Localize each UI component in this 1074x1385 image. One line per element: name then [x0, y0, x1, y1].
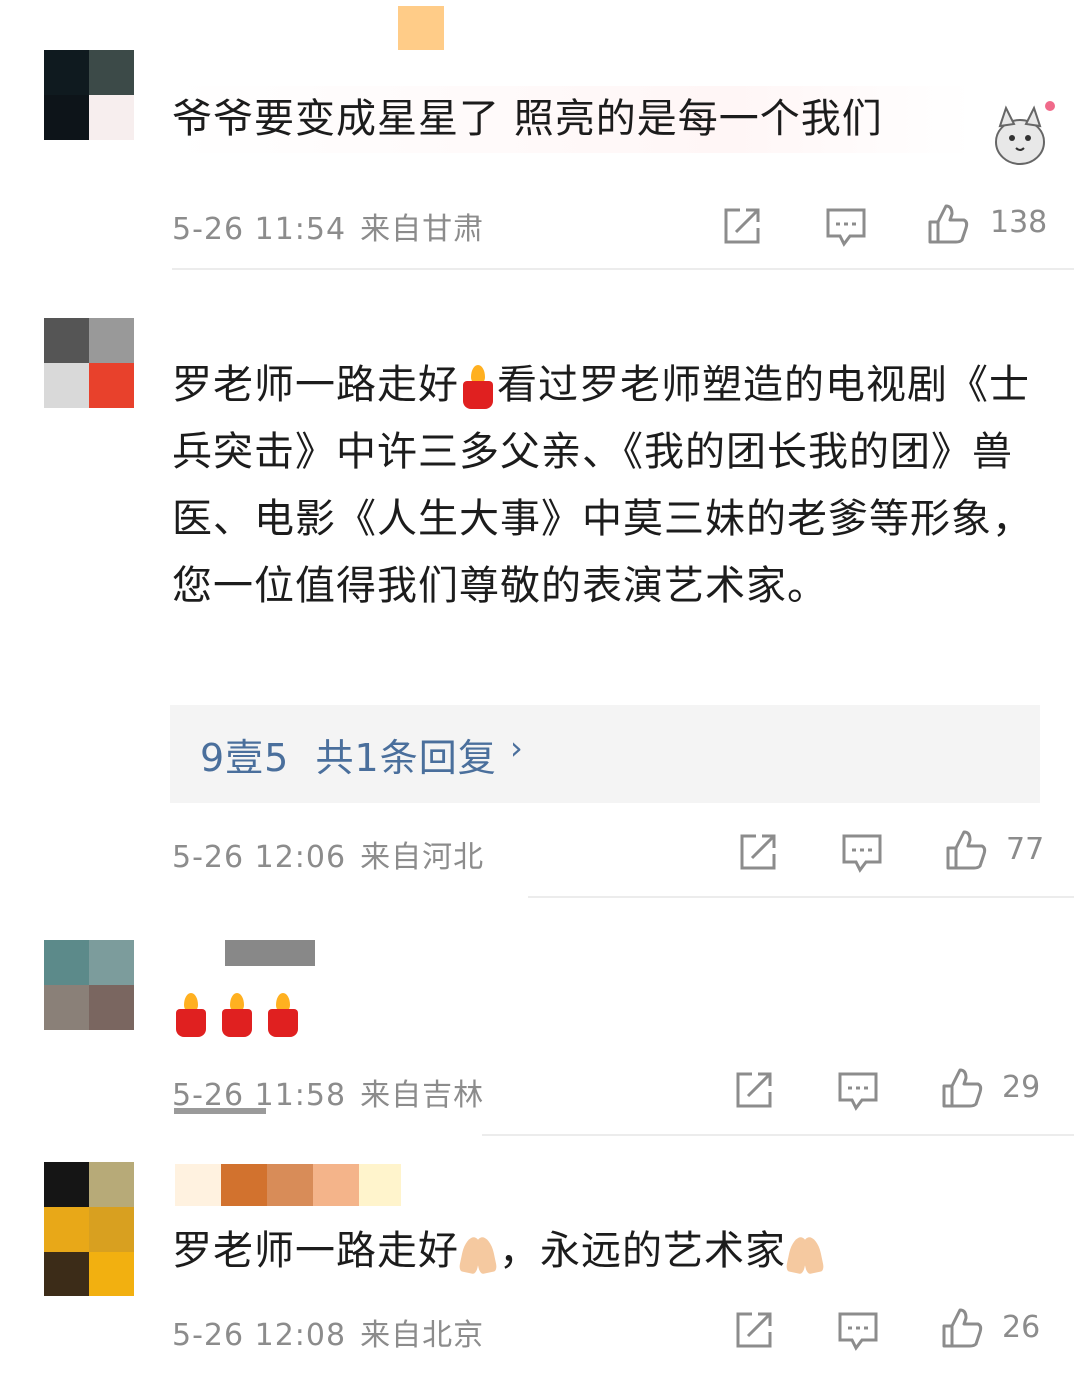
comment-text — [172, 980, 1052, 1047]
comment-location: 来自北京 — [360, 1318, 485, 1353]
candle-emoji-icon — [459, 365, 497, 409]
like-icon[interactable] — [944, 828, 988, 872]
like-count: 26 — [1002, 1310, 1041, 1345]
like-count: 138 — [990, 205, 1048, 240]
like-count: 77 — [1006, 832, 1045, 867]
divider — [482, 1134, 1074, 1136]
divider — [172, 268, 1074, 270]
share-icon[interactable] — [732, 1068, 776, 1112]
avatar[interactable] — [44, 940, 134, 1030]
comment-location: 来自吉林 — [360, 1078, 485, 1113]
comment-icon[interactable] — [836, 1068, 880, 1112]
candle-emoji-icon — [264, 993, 302, 1037]
comment-icon[interactable] — [824, 204, 868, 248]
comment-time: 5-26 12:06 — [172, 840, 347, 875]
comment-icon[interactable] — [840, 830, 884, 874]
comment-text-part: 罗老师一路走好 — [172, 362, 459, 408]
comment-meta: 5-26 12:06 来自河北 — [172, 832, 484, 876]
share-icon[interactable] — [736, 830, 780, 874]
comment-text-part: 罗老师一路走好 — [172, 1228, 459, 1274]
share-icon[interactable] — [732, 1308, 776, 1352]
comment-meta: 5-26 11:54 来自甘肃 — [172, 204, 484, 248]
comment-time: 5-26 11:54 — [172, 212, 347, 247]
candle-emoji-icon — [172, 993, 210, 1037]
reply-preview[interactable]: 9壹5 共1条回复 › — [170, 705, 1040, 803]
pray-emoji-icon — [458, 1231, 499, 1275]
username-redacted[interactable] — [175, 1164, 401, 1206]
reply-user[interactable]: 9壹5 — [200, 736, 289, 780]
avatar[interactable] — [44, 318, 134, 408]
avatar[interactable] — [44, 50, 134, 140]
comment-text: 爷爷要变成星星了 照亮的是每一个我们 — [172, 86, 972, 153]
cat-sticker-icon — [980, 96, 1060, 176]
comment-text-part: ，永远的艺术家 — [499, 1228, 786, 1274]
comment-time: 5-26 12:08 — [172, 1318, 347, 1353]
comment-text: 罗老师一路走好 ，永远的艺术家 — [172, 1218, 1052, 1285]
chevron-right-icon: › — [510, 729, 523, 767]
underline-mark — [174, 1108, 266, 1114]
comment-item: 爷爷要变成星星了 照亮的是每一个我们 5-26 11:54 来自甘肃 138 — [0, 0, 1074, 270]
avatar[interactable] — [44, 1162, 134, 1296]
comment-location: 来自河北 — [360, 840, 485, 875]
top-decoration — [398, 6, 444, 50]
comment-text: 罗老师一路走好 看过罗老师塑造的电视剧《士兵突击》中许三多父亲、《我的团长我的团》… — [172, 352, 1042, 620]
comment-meta: 5-26 12:08 来自北京 — [172, 1310, 484, 1354]
candle-emoji-icon — [218, 993, 256, 1037]
like-icon[interactable] — [940, 1306, 984, 1350]
reply-count: 共1条回复 — [315, 736, 497, 780]
like-icon[interactable] — [926, 202, 970, 246]
comment-icon[interactable] — [836, 1308, 880, 1352]
pray-emoji-icon — [785, 1231, 826, 1275]
divider — [528, 896, 1074, 898]
reply-summary: 9壹5 共1条回复 — [200, 727, 497, 782]
share-icon[interactable] — [720, 204, 764, 248]
comment-location: 来自甘肃 — [360, 212, 485, 247]
like-count: 29 — [1002, 1070, 1041, 1105]
like-icon[interactable] — [940, 1066, 984, 1110]
username-redacted[interactable] — [175, 940, 315, 966]
